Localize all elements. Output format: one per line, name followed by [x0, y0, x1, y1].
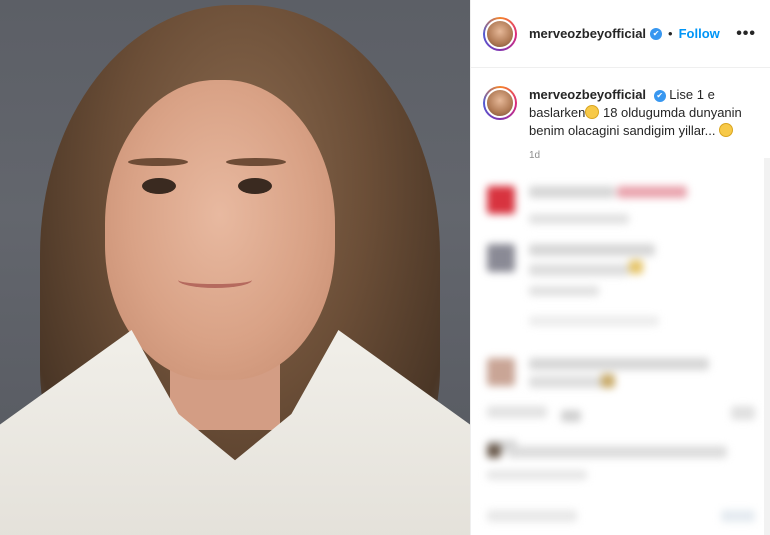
caption-avatar[interactable]	[483, 86, 517, 120]
caption: merveozbeyofficial ✔ Lise 1 e baslarken …	[471, 68, 770, 140]
post-photo[interactable]	[0, 0, 470, 535]
comment-line	[529, 358, 709, 370]
comment-avatar	[487, 444, 501, 458]
comment-line	[487, 406, 547, 418]
photo-eye-right	[238, 178, 272, 194]
comment-line	[487, 510, 577, 522]
comment-line	[507, 446, 727, 458]
avatar[interactable]	[483, 16, 517, 51]
follow-button[interactable]: Follow	[679, 26, 720, 41]
photo-brow-left	[128, 158, 188, 166]
comment-line	[529, 214, 629, 224]
comment-line	[731, 406, 755, 420]
comment-line	[529, 316, 659, 326]
photo-face	[105, 80, 335, 380]
post-header: merveozbeyofficial ✔ • Follow •••	[471, 0, 770, 68]
comment-line	[721, 510, 755, 522]
comment-line	[529, 264, 629, 276]
avatar-image	[485, 18, 515, 49]
caption-username[interactable]: merveozbeyofficial	[529, 87, 646, 102]
photo-brow-right	[226, 158, 286, 166]
comment-avatar	[487, 244, 515, 272]
comment-line	[561, 410, 581, 422]
comment-line	[487, 470, 587, 480]
post-username[interactable]: merveozbeyofficial	[529, 26, 646, 41]
photo-mouth	[178, 272, 252, 288]
post-side-panel: merveozbeyofficial ✔ • Follow ••• merveo…	[470, 0, 770, 535]
caption-text: merveozbeyofficial ✔ Lise 1 e baslarken …	[529, 86, 756, 140]
separator-dot: •	[668, 26, 673, 41]
comment-avatar	[487, 358, 515, 386]
more-options-icon[interactable]: •••	[736, 25, 756, 43]
comment-line	[617, 186, 687, 198]
laughing-emoji-icon	[719, 123, 734, 137]
photo-eye-left	[142, 178, 176, 194]
caption-verified-badge-icon: ✔	[653, 89, 666, 102]
verified-badge-icon: ✔	[650, 27, 663, 40]
blurred-comments	[471, 170, 770, 535]
emoji-icon	[585, 105, 600, 119]
post-timestamp[interactable]: 1d	[529, 150, 770, 161]
caption-avatar-image	[485, 88, 515, 118]
comment-line	[529, 244, 655, 256]
comment-avatar	[487, 186, 515, 214]
comment-line	[529, 376, 609, 388]
comment-line	[529, 286, 599, 296]
comment-emoji	[629, 260, 643, 274]
comments-scrollbar[interactable]	[764, 158, 770, 535]
comment-emoji	[601, 374, 615, 388]
comment-line	[529, 186, 615, 198]
